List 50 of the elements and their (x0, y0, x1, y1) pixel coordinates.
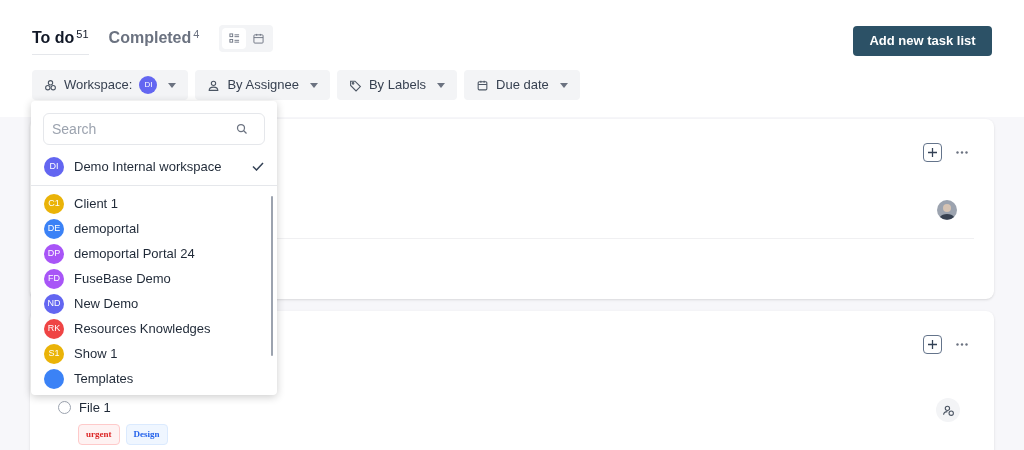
workspace-option[interactable]: FD FuseBase Demo (31, 266, 277, 291)
more-icon (956, 343, 968, 346)
more-icon (956, 151, 968, 154)
user-icon (207, 78, 221, 92)
filter-button[interactable]: Workspace: DI (32, 70, 189, 100)
workspace-avatar: FD (44, 268, 64, 289)
workspace-option[interactable]: DE demoportal (31, 216, 277, 241)
label-tag: urgent (78, 423, 120, 445)
caret-icon (168, 82, 177, 88)
filter-button[interactable]: By Assignee (195, 70, 330, 100)
user-avatar (937, 200, 957, 220)
calendar-icon (476, 78, 490, 92)
workspace-option[interactable]: DP demoportal Portal 24 (31, 241, 277, 266)
workspace-option[interactable]: S1 Show 1 (31, 341, 277, 366)
plus-icon (928, 148, 937, 157)
tag-icon (348, 78, 362, 92)
workspace-avatar: DE (44, 218, 64, 239)
add-button[interactable] (923, 335, 942, 354)
add-button[interactable] (923, 143, 942, 162)
workspace-option[interactable]: C1 Client 1 (31, 191, 277, 216)
workspace-option[interactable]: DI Demo Internal workspace (31, 148, 277, 186)
caret-icon (559, 82, 568, 88)
search-field[interactable]: Search (43, 113, 265, 145)
view-button[interactable] (222, 28, 247, 49)
search-icon (236, 123, 248, 135)
list-icon (228, 33, 240, 44)
add-user-icon (941, 403, 955, 417)
workspace-avatar: S1 (44, 343, 64, 364)
filter-button[interactable]: Due date (464, 70, 580, 100)
tab[interactable]: Completed$^{4}$ (108, 26, 200, 55)
task-title: File 1 (79, 399, 111, 417)
workspace-option[interactable]: Templates (31, 366, 277, 391)
workspace-option[interactable]: RK Resources Knowledges (31, 316, 277, 341)
workspace-avatar: RK (44, 318, 64, 339)
workspace-avatar: DI (139, 76, 158, 94)
workspace-avatar: DP (44, 243, 64, 264)
workspace-avatar: DI (44, 156, 64, 177)
cluster-icon (44, 78, 57, 92)
add-task-list-button[interactable]: Add new task list (853, 26, 992, 56)
label-tag: Design (125, 423, 168, 445)
tab[interactable]: To do$^{51}$ (32, 26, 89, 55)
workspace-avatar: ND (44, 293, 64, 314)
workspace-option[interactable]: ND New Demo (31, 291, 277, 316)
caret-icon (309, 82, 318, 88)
caret-icon (437, 82, 446, 88)
assign-user-button[interactable] (936, 398, 960, 422)
calendar-icon (252, 33, 264, 44)
plus-icon (928, 340, 937, 349)
filter-button[interactable]: By Labels (336, 70, 458, 100)
workspace-avatar: C1 (44, 193, 64, 214)
